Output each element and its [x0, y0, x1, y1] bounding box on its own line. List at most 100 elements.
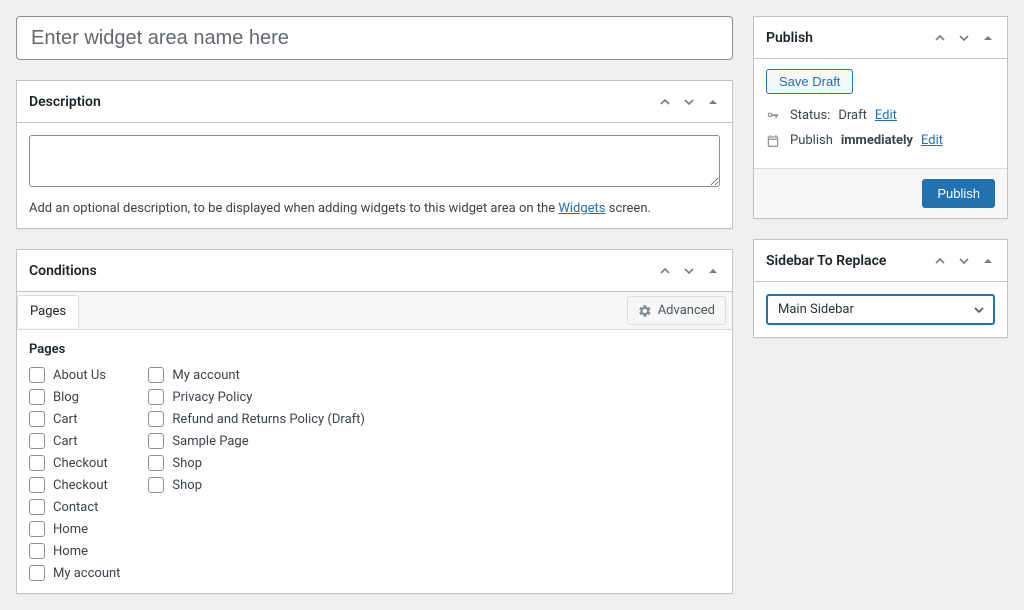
page-checkbox-row[interactable]: Contact [29, 499, 120, 515]
page-checkbox[interactable] [29, 389, 45, 405]
page-checkbox-label: My account [172, 368, 239, 383]
conditions-panel-actions [658, 264, 720, 278]
description-heading: Description [29, 94, 101, 110]
page-checkbox-row[interactable]: Home [29, 521, 120, 537]
page-checkbox-row[interactable]: About Us [29, 367, 120, 383]
page-checkbox[interactable] [148, 367, 164, 383]
page-checkbox-label: Contact [53, 500, 98, 515]
page-checkbox-row[interactable]: Sample Page [148, 433, 365, 449]
page-checkbox[interactable] [29, 499, 45, 515]
caret-up-icon[interactable] [706, 95, 720, 109]
gear-icon [638, 304, 652, 318]
status-value: Draft [838, 108, 867, 123]
page-checkbox[interactable] [29, 367, 45, 383]
publish-value: immediately [841, 133, 913, 148]
widget-area-title-input[interactable] [16, 16, 733, 60]
description-textarea[interactable] [29, 135, 720, 187]
page-checkbox-row[interactable]: Shop [148, 455, 365, 471]
page-checkbox-label: About Us [53, 368, 106, 383]
calendar-icon [766, 134, 782, 148]
description-panel-header: Description [17, 81, 732, 123]
page-checkbox-label: Privacy Policy [172, 390, 252, 405]
page-checkbox-row[interactable]: My account [29, 565, 120, 581]
sidebar-replace-select[interactable]: Main Sidebar [766, 294, 995, 325]
conditions-heading: Conditions [29, 263, 97, 279]
page-checkbox-label: My account [53, 566, 120, 581]
save-draft-button[interactable]: Save Draft [766, 69, 853, 94]
status-row: Status: Draft Edit [766, 108, 995, 123]
page-checkbox-row[interactable]: Shop [148, 477, 365, 493]
page-checkbox-label: Cart [53, 412, 78, 427]
page-checkbox[interactable] [29, 477, 45, 493]
page-checkbox-label: Shop [172, 456, 202, 471]
page-checkbox-label: Shop [172, 478, 202, 493]
schedule-row: Publish immediately Edit [766, 133, 995, 148]
sidebar-replace-heading: Sidebar To Replace [766, 253, 886, 269]
page-checkbox[interactable] [148, 411, 164, 427]
sidebar-replace-panel: Sidebar To Replace Main Sidebar [753, 239, 1008, 338]
page-checkbox-label: Cart [53, 434, 78, 449]
page-checkbox-label: Blog [53, 390, 79, 405]
status-edit-link[interactable]: Edit [875, 108, 897, 123]
description-panel: Description Add an optional descrip [16, 80, 733, 229]
chevron-up-icon[interactable] [658, 95, 672, 109]
description-panel-actions [658, 95, 720, 109]
chevron-up-icon[interactable] [933, 254, 947, 268]
caret-up-icon[interactable] [981, 31, 995, 45]
conditions-panel-header: Conditions [17, 250, 732, 292]
page-checkbox[interactable] [29, 543, 45, 559]
schedule-edit-link[interactable]: Edit [921, 133, 943, 148]
page-checkbox-row[interactable]: Cart [29, 433, 120, 449]
page-checkbox-row[interactable]: My account [148, 367, 365, 383]
page-checkbox[interactable] [29, 433, 45, 449]
page-checkbox[interactable] [29, 565, 45, 581]
page-checkbox[interactable] [148, 477, 164, 493]
page-checkbox-row[interactable]: Blog [29, 389, 120, 405]
publish-label: Publish [790, 133, 833, 148]
caret-up-icon[interactable] [706, 264, 720, 278]
page-checkbox-row[interactable]: Home [29, 543, 120, 559]
status-label: Status: [790, 108, 830, 123]
page-checkbox[interactable] [148, 455, 164, 471]
page-checkbox-label: Checkout [53, 478, 108, 493]
chevron-down-icon[interactable] [682, 95, 696, 109]
page-checkbox[interactable] [148, 433, 164, 449]
page-checkbox-label: Refund and Returns Policy (Draft) [172, 412, 365, 427]
page-checkbox-label: Home [53, 522, 88, 537]
page-checkbox-row[interactable]: Cart [29, 411, 120, 427]
description-help-prefix: Add an optional description, to be displ… [29, 201, 558, 216]
publish-panel: Publish Save Draft [753, 16, 1008, 219]
page-checkbox-label: Home [53, 544, 88, 559]
publish-heading: Publish [766, 30, 813, 46]
page-checkbox-row[interactable]: Refund and Returns Policy (Draft) [148, 411, 365, 427]
page-checkbox[interactable] [29, 455, 45, 471]
sidebar-replace-header: Sidebar To Replace [754, 240, 1007, 282]
chevron-down-icon[interactable] [957, 254, 971, 268]
key-icon [766, 109, 782, 123]
publish-panel-actions [933, 31, 995, 45]
widgets-link[interactable]: Widgets [558, 201, 605, 216]
page-checkbox-row[interactable]: Checkout [29, 477, 120, 493]
page-checkbox[interactable] [29, 521, 45, 537]
pages-checkbox-column-1: About Us Blog Cart Cart Checkout Checkout Cont… [29, 367, 120, 581]
sidebar-replace-actions [933, 254, 995, 268]
conditions-tabs: Pages Advanced [17, 292, 732, 330]
pages-checkbox-column-2: My account Privacy Policy Refund and Retur… [148, 367, 365, 581]
caret-up-icon[interactable] [981, 254, 995, 268]
publish-button[interactable]: Publish [922, 179, 995, 208]
chevron-up-icon[interactable] [658, 264, 672, 278]
chevron-up-icon[interactable] [933, 31, 947, 45]
description-help-text: Add an optional description, to be displ… [29, 201, 720, 216]
page-checkbox-row[interactable]: Checkout [29, 455, 120, 471]
page-checkbox-row[interactable]: Privacy Policy [148, 389, 365, 405]
page-checkbox-label: Checkout [53, 456, 108, 471]
chevron-down-icon[interactable] [957, 31, 971, 45]
advanced-button[interactable]: Advanced [627, 296, 726, 325]
conditions-panel: Conditions Pages [16, 249, 733, 594]
page-checkbox-label: Sample Page [172, 434, 248, 449]
tab-pages[interactable]: Pages [17, 295, 79, 328]
chevron-down-icon[interactable] [682, 264, 696, 278]
description-help-suffix: screen. [606, 201, 651, 216]
page-checkbox[interactable] [148, 389, 164, 405]
page-checkbox[interactable] [29, 411, 45, 427]
